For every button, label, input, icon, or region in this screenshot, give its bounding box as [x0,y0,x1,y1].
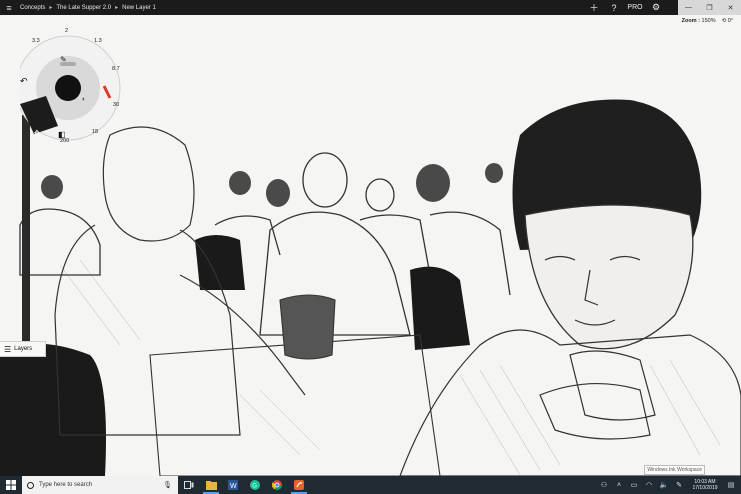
tool-size-label-4[interactable]: 8.7 [112,66,120,72]
taskbar-search-box[interactable]: Type here to search 🎙 [22,476,178,494]
breadcrumb-app[interactable]: Concepts [20,5,45,11]
search-placeholder: Type here to search [39,482,93,488]
title-bar: ≡ Concepts ▸ The Late Supper 2.0 ▸ New L… [0,0,741,15]
breadcrumb: Concepts ▸ The Late Supper 2.0 ▸ New Lay… [20,4,156,12]
rotation-indicator: ⟲ 0° [722,18,733,24]
tool-size-label-6[interactable]: 18 [92,129,98,135]
volume-icon[interactable]: 🔈 [658,476,670,494]
restore-button[interactable]: ❐ [699,0,720,15]
ink-workspace-tooltip: Windows Ink Workspace [644,465,705,475]
concepts-app-icon[interactable] [288,476,310,494]
zoom-indicator: Zoom : 150% ⟲ 0° [682,18,733,24]
battery-icon[interactable]: ▭ [628,476,640,494]
gear-icon[interactable]: ⚙ [646,0,666,15]
title-bar-actions: ＋ ? PRO ⚙ — ❐ ✕ [584,0,741,15]
color-swatch-icon[interactable]: ◐ [82,96,86,103]
windows-logo-icon [6,480,16,490]
clock[interactable]: 10:03 AM 17/10/2019 [688,479,722,491]
zoom-label: Zoom : [681,18,700,24]
concepts-app-window: ≡ Concepts ▸ The Late Supper 2.0 ▸ New L… [0,0,741,494]
chevron-right-icon: ▸ [115,5,119,11]
rotation-icon: ⟲ [721,18,727,24]
file-explorer-icon[interactable] [200,476,222,494]
zoom-value: 150% [701,18,716,24]
tool-wheel[interactable]: 3.3 2 1.3 8.7 30 18 200 ↶ ✥ ◧ ◐ ✎ [20,26,130,156]
tool-size-label-1[interactable]: 3.3 [32,38,40,44]
add-icon[interactable]: ＋ [584,0,604,15]
word-icon[interactable]: W [222,476,244,494]
layers-button[interactable]: ☰ Layers [0,341,46,357]
close-button[interactable]: ✕ [720,0,741,15]
layers-icon: ☰ [4,344,12,354]
opacity-icon[interactable]: ◧ [58,130,66,139]
pen-ink-workspace-icon[interactable]: ✎ [673,476,685,494]
start-button[interactable] [0,476,22,494]
svg-text:G: G [252,484,257,490]
undo-icon[interactable]: ↶ [20,76,28,87]
pen-tool-icon[interactable]: ✎ [60,55,67,64]
task-view-icon[interactable] [178,476,200,494]
chevron-right-icon: ▸ [49,5,53,11]
action-center-icon[interactable]: ▤ [725,476,737,494]
rotation-value: 0° [727,18,733,24]
minimize-button[interactable]: — [678,0,699,15]
tool-size-label-2[interactable]: 2 [65,28,68,34]
layers-label: Layers [14,346,33,352]
breadcrumb-layer[interactable]: New Layer 1 [122,5,156,11]
pro-button[interactable]: PRO [624,4,646,11]
drawing-canvas[interactable]: Zoom : 150% ⟲ 0° 3.3 2 1.3 8.7 30 18 200… [0,15,741,476]
grammarly-icon[interactable]: G [244,476,266,494]
microphone-icon[interactable]: 🎙 [163,481,172,489]
hamburger-menu-icon[interactable]: ≡ [0,0,18,15]
help-icon[interactable]: ? [604,0,624,15]
people-icon[interactable]: ⚇ [598,476,610,494]
svg-text:W: W [230,483,237,490]
move-icon[interactable]: ✥ [34,129,40,137]
tool-size-label-3[interactable]: 1.3 [94,38,102,44]
show-hidden-icons-icon[interactable]: ˄ [613,476,625,494]
cortana-icon [27,481,34,489]
chrome-icon[interactable] [266,476,288,494]
clock-date: 17/10/2019 [692,485,718,491]
tool-size-label-5[interactable]: 30 [113,102,119,108]
breadcrumb-drawing[interactable]: The Late Supper 2.0 [56,5,111,11]
windows-taskbar: Type here to search 🎙 W G ⚇ ˄ ▭ ◠ 🔈 ✎ 10… [0,476,741,494]
system-tray: ⚇ ˄ ▭ ◠ 🔈 ✎ 10:03 AM 17/10/2019 ▤ [598,476,741,494]
network-icon[interactable]: ◠ [643,476,655,494]
